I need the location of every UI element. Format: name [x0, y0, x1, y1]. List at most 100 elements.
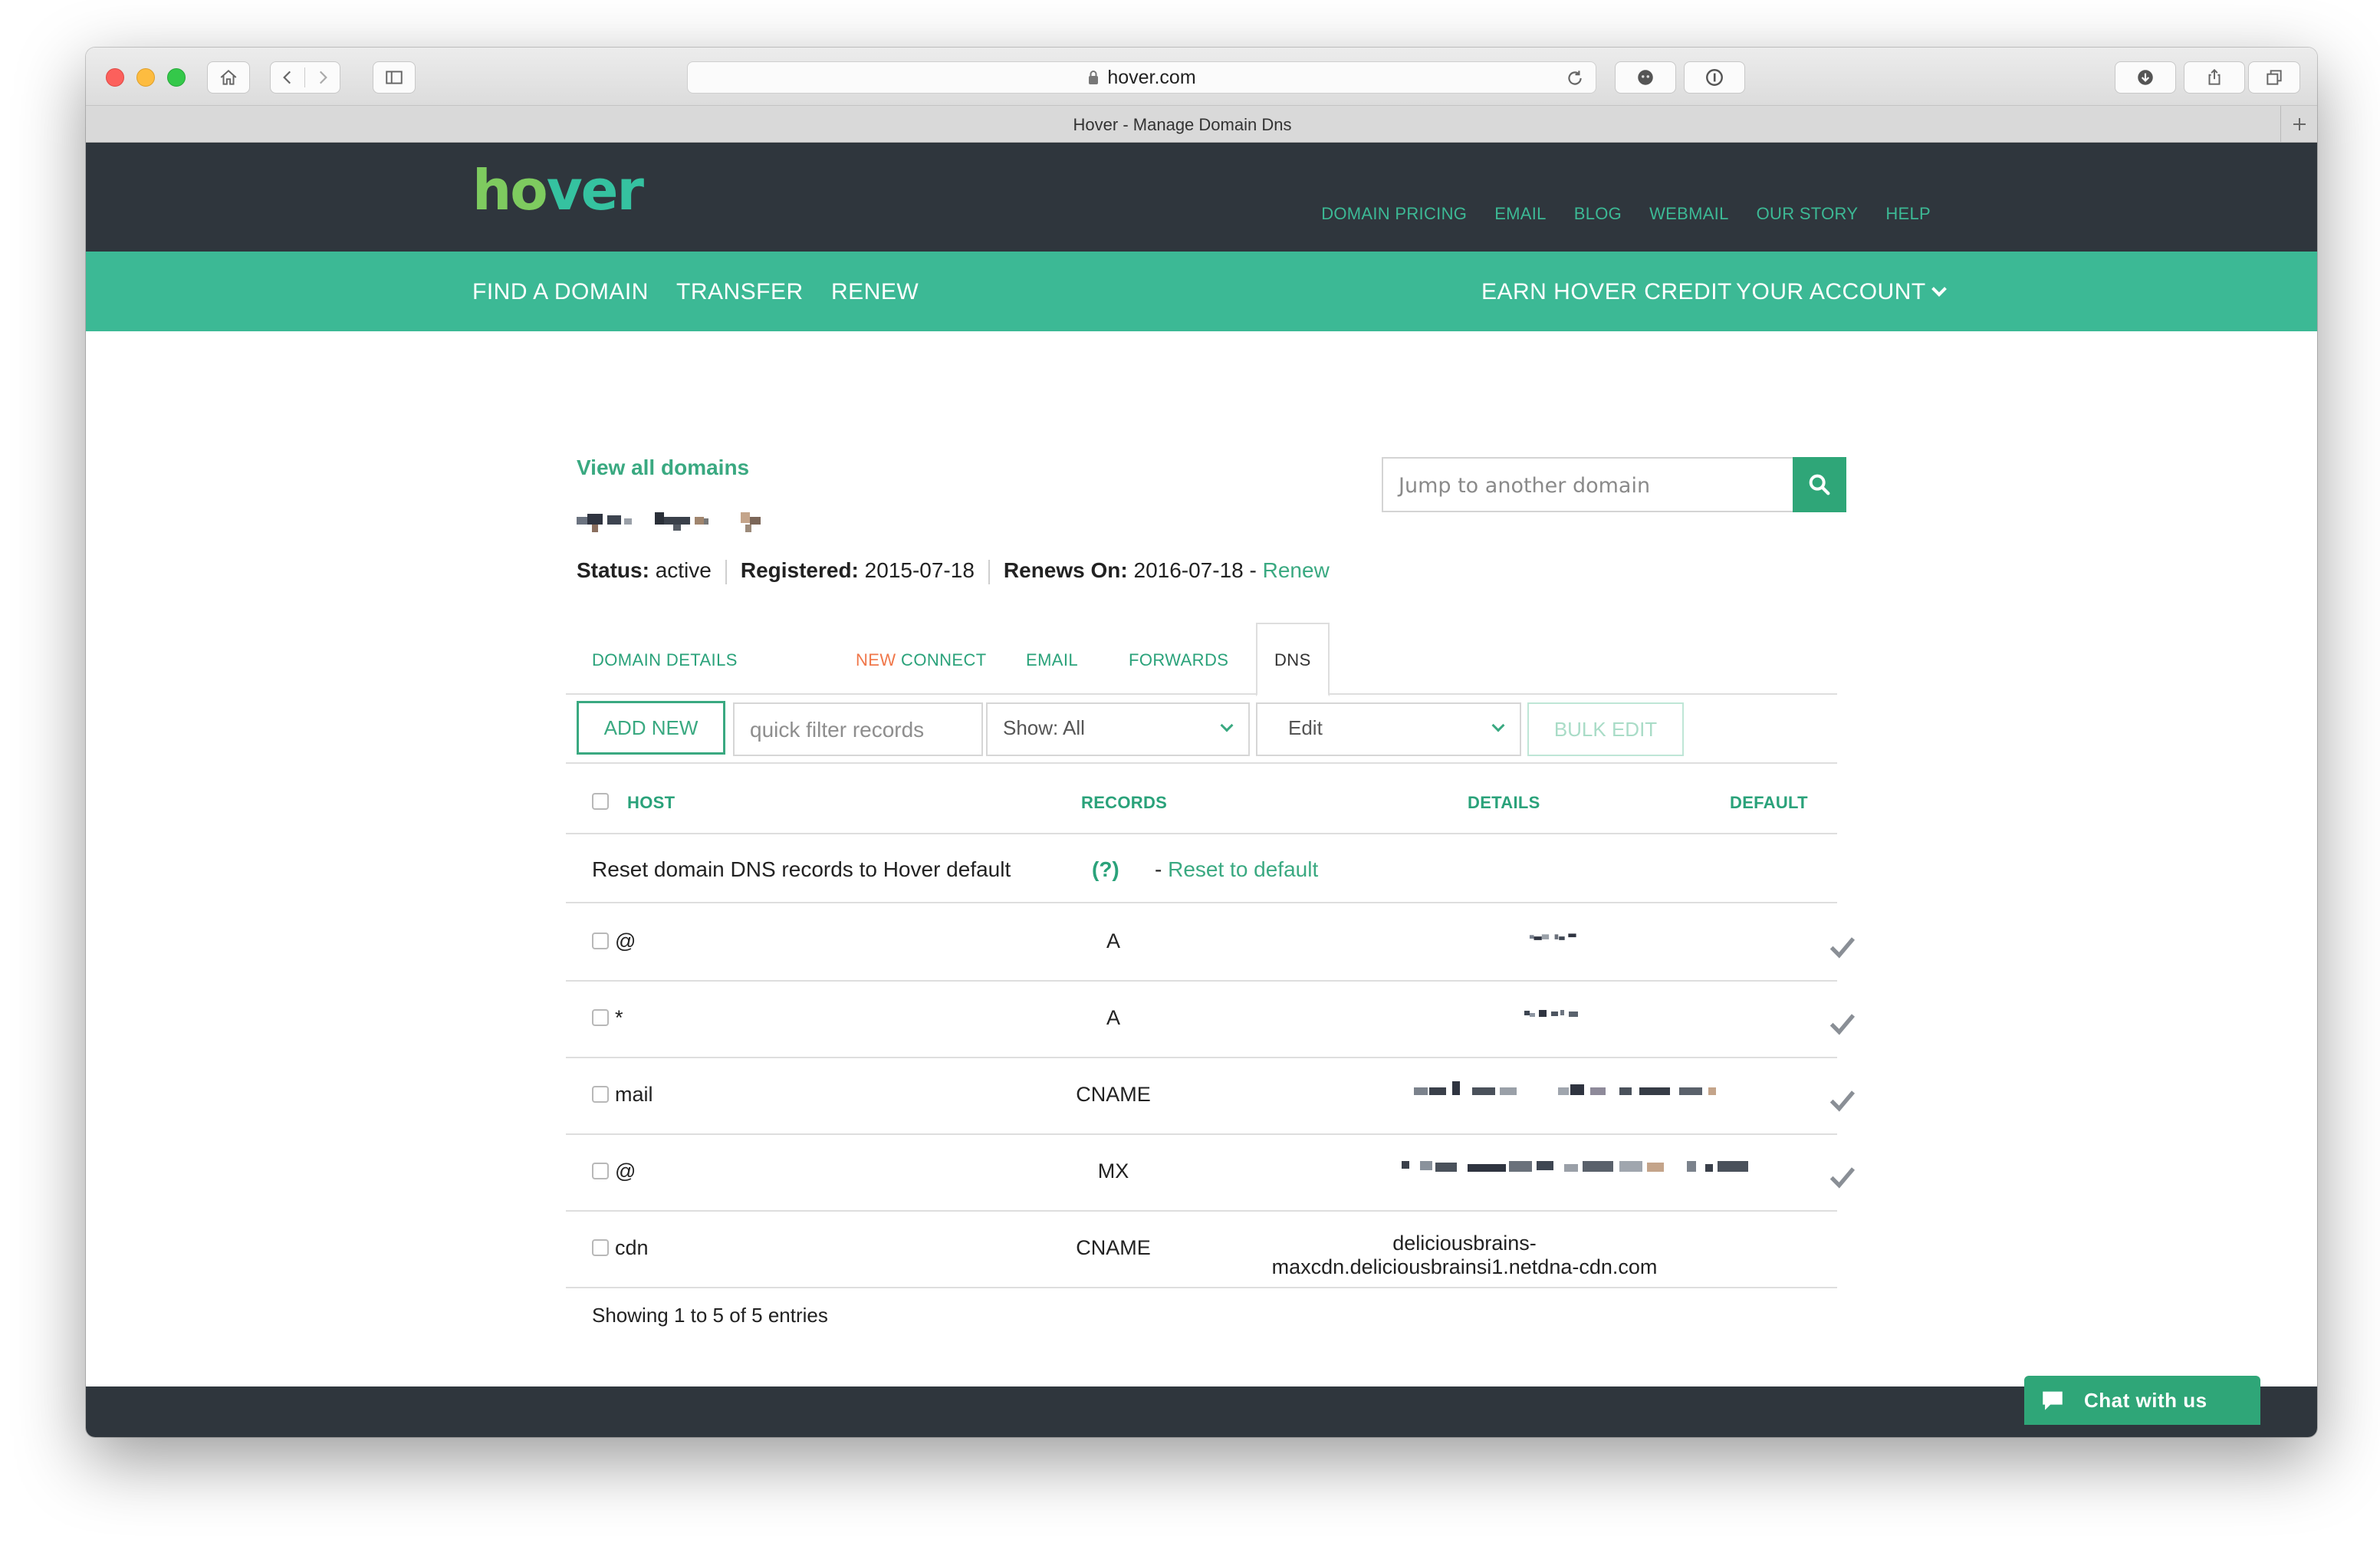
- forward-button[interactable]: [305, 67, 340, 87]
- tab-forwards[interactable]: FORWARDS: [1129, 650, 1228, 670]
- lock-icon: [1089, 71, 1099, 84]
- quick-filter-input[interactable]: quick filter records: [733, 702, 983, 756]
- plus-icon: [2293, 118, 2306, 130]
- row-record-type: MX: [1097, 1160, 1129, 1183]
- row-checkbox[interactable]: [592, 933, 609, 949]
- pixelated-details: [1529, 933, 1576, 940]
- nav-blog[interactable]: BLOG: [1574, 204, 1622, 224]
- sidebar-icon: [386, 71, 403, 84]
- bulk-edit-button[interactable]: BULK EDIT: [1527, 702, 1684, 756]
- search-button[interactable]: [1793, 457, 1846, 512]
- reset-help-link[interactable]: (?): [1092, 857, 1119, 882]
- table-row[interactable]: mail CNAME: [566, 1058, 1856, 1135]
- close-window-button[interactable]: [106, 68, 124, 87]
- home-button[interactable]: [207, 61, 250, 94]
- row-host: *: [615, 1006, 623, 1029]
- share-button[interactable]: [2184, 61, 2245, 94]
- site-header: hover DOMAIN PRICING EMAIL BLOG WEBMAIL …: [86, 143, 2317, 252]
- renews-separator: -: [1243, 558, 1263, 582]
- chevron-right-icon: [319, 71, 327, 84]
- row-checkbox[interactable]: [592, 1239, 609, 1256]
- table-row[interactable]: cdn CNAME deliciousbrains- maxcdn.delici…: [566, 1212, 1837, 1288]
- edit-select[interactable]: Edit: [1256, 702, 1521, 756]
- chevron-down-icon: [1491, 719, 1505, 732]
- tabs-overview-button[interactable]: [2248, 61, 2300, 94]
- row-host: @: [615, 929, 636, 952]
- tab-email[interactable]: EMAIL: [1026, 650, 1078, 670]
- view-all-domains-link[interactable]: View all domains: [577, 456, 749, 480]
- show-select[interactable]: Show: All: [986, 702, 1250, 756]
- downloads-button[interactable]: [2115, 61, 2176, 94]
- dns-controls: ADD NEW quick filter records Show: All E…: [566, 695, 1837, 764]
- connect-label: CONNECT: [901, 650, 987, 669]
- ghost-icon: [1638, 70, 1653, 85]
- domain-tabs: DOMAIN DETAILS NEW CONNECT EMAIL FORWARD…: [566, 623, 1837, 696]
- nav-webmail[interactable]: WEBMAIL: [1649, 204, 1729, 224]
- row-record-type: CNAME: [1076, 1083, 1151, 1106]
- header-host[interactable]: HOST: [627, 793, 675, 813]
- top-nav: DOMAIN PRICING EMAIL BLOG WEBMAIL OUR ST…: [1321, 204, 1931, 224]
- row-record-type: A: [1106, 1006, 1120, 1029]
- renew-link[interactable]: Renew: [1263, 558, 1330, 582]
- pixelated-details: [1402, 1161, 1748, 1172]
- row-checkbox[interactable]: [592, 1086, 609, 1103]
- chevron-left-icon: [283, 71, 291, 84]
- table-header: HOST RECORDS DETAILS DEFAULT: [566, 765, 1837, 834]
- url-text: hover.com: [1107, 66, 1196, 88]
- nav-domain-pricing[interactable]: DOMAIN PRICING: [1321, 204, 1467, 224]
- tab-domain-details[interactable]: DOMAIN DETAILS: [592, 650, 738, 670]
- checkmark-icon: [1829, 1014, 1856, 1035]
- row-checkbox[interactable]: [592, 1009, 609, 1026]
- password-manager-button[interactable]: [1684, 61, 1745, 94]
- reset-to-default-link[interactable]: Reset to default: [1168, 857, 1318, 881]
- table-row[interactable]: * A: [566, 982, 1856, 1058]
- checkmark-icon: [1829, 1090, 1856, 1112]
- table-row[interactable]: @ MX: [566, 1135, 1856, 1212]
- nav-email[interactable]: EMAIL: [1494, 204, 1547, 224]
- logo-part-2: ver: [546, 158, 644, 222]
- row-checkbox[interactable]: [592, 1163, 609, 1179]
- tab-title[interactable]: Hover - Manage Domain Dns: [86, 115, 2279, 135]
- zoom-window-button[interactable]: [167, 68, 186, 87]
- back-button[interactable]: [271, 67, 306, 87]
- minimize-window-button[interactable]: [136, 68, 155, 87]
- edit-select-value: Edit: [1288, 716, 1323, 739]
- nav-earn-credit[interactable]: EARN HOVER CREDIT: [1481, 279, 1732, 305]
- showing-entries-text: Showing 1 to 5 of 5 entries: [592, 1304, 828, 1327]
- row-record-type: CNAME: [1076, 1236, 1151, 1259]
- new-badge: NEW: [856, 650, 896, 669]
- hover-logo[interactable]: hover: [472, 163, 644, 218]
- tab-connect[interactable]: NEW CONNECT: [856, 650, 987, 670]
- header-details[interactable]: DETAILS: [1468, 793, 1540, 813]
- nav-renew[interactable]: RENEW: [831, 279, 919, 305]
- chat-with-us-button[interactable]: Chat with us: [2024, 1376, 2260, 1425]
- tab-dns[interactable]: DNS: [1256, 623, 1330, 696]
- nav-help[interactable]: HELP: [1885, 204, 1931, 224]
- nav-find-domain[interactable]: FIND A DOMAIN: [472, 279, 649, 305]
- row-host: cdn: [615, 1236, 649, 1259]
- nav-your-account[interactable]: YOUR ACCOUNT: [1736, 279, 1947, 305]
- site-footer: [86, 1386, 2317, 1437]
- history-nav: [270, 61, 340, 94]
- your-account-label: YOUR ACCOUNT: [1736, 279, 1926, 304]
- nav-transfer[interactable]: TRANSFER: [676, 279, 804, 305]
- row-host: @: [615, 1160, 636, 1183]
- add-new-button[interactable]: ADD NEW: [577, 701, 725, 755]
- registered-value: 2015-07-18: [864, 558, 975, 582]
- status-value: active: [655, 558, 712, 582]
- tabs-icon: [2267, 70, 2282, 85]
- jump-domain-input[interactable]: Jump to another domain: [1382, 457, 1794, 512]
- reset-link-group: - Reset to default: [1155, 857, 1318, 882]
- reload-icon[interactable]: [1565, 68, 1585, 88]
- chevron-down-icon: [1220, 719, 1234, 732]
- select-all-checkbox[interactable]: [592, 793, 609, 810]
- checkmark-icon: [1829, 937, 1856, 959]
- home-icon: [220, 70, 237, 85]
- address-bar[interactable]: hover.com: [687, 61, 1596, 94]
- header-records[interactable]: RECORDS: [1081, 793, 1167, 813]
- extension-button[interactable]: [1615, 61, 1676, 94]
- sidebar-toggle-button[interactable]: [373, 61, 416, 94]
- nav-our-story[interactable]: OUR STORY: [1757, 204, 1859, 224]
- table-row[interactable]: @ A: [566, 905, 1856, 982]
- new-tab-button[interactable]: [2280, 106, 2317, 143]
